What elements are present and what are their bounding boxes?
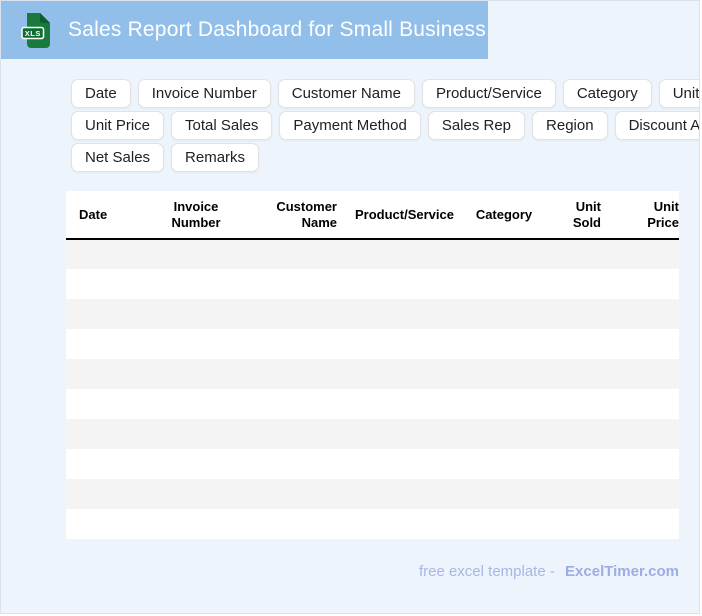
sales-table: Date Invoice Number Customer Name Product/S… (66, 191, 679, 539)
table-row (66, 479, 679, 509)
table-row (66, 269, 679, 299)
xls-icon-label: XLS (25, 29, 41, 38)
table-row (66, 299, 679, 329)
chip-row: Net Sales Remarks (71, 143, 699, 172)
chip-invoice-number[interactable]: Invoice Number (137, 79, 271, 108)
field-chips: Date Invoice Number Customer Name Product/S… (71, 79, 699, 172)
chip-date[interactable]: Date (71, 79, 131, 108)
page-title: Sales Report Dashboard for Small Busines… (68, 18, 486, 41)
column-header-unit-sold: Unit Sold (572, 198, 601, 230)
table-row (66, 449, 679, 479)
table-row (66, 389, 679, 419)
table-row (66, 239, 679, 269)
chip-discount-applied[interactable]: Discount Applied (614, 111, 699, 140)
chip-row: Unit Price Total Sales Payment Method Sales… (71, 111, 699, 140)
page: XLS Sales Report Dashboard for Small Bus… (0, 0, 700, 614)
chip-sales-rep[interactable]: Sales Rep (427, 111, 526, 140)
footer-brand-link[interactable]: ExcelTimer.com (565, 563, 679, 580)
chip-row: Date Invoice Number Customer Name Product/S… (71, 79, 699, 108)
column-header-date: Date (79, 206, 108, 222)
chip-unit-price[interactable]: Unit Price (71, 111, 165, 140)
table-row (66, 509, 679, 539)
column-header-customer-name: Customer Name (276, 198, 337, 230)
table-body (66, 239, 679, 539)
column-header-category: Category (475, 206, 533, 222)
chip-payment-method[interactable]: Payment Method (279, 111, 421, 140)
app-header: XLS Sales Report Dashboard for Small Bus… (1, 1, 488, 59)
chip-unit-sold[interactable]: Unit Sold (658, 79, 699, 108)
table-row (66, 329, 679, 359)
xls-file-icon: XLS (21, 12, 51, 49)
table-row (66, 359, 679, 389)
chip-net-sales[interactable]: Net Sales (71, 143, 165, 172)
sales-table-container: Date Invoice Number Customer Name Product/S… (66, 191, 679, 539)
chip-category[interactable]: Category (562, 79, 652, 108)
chip-remarks[interactable]: Remarks (171, 143, 260, 172)
column-header-product-service: Product/Service (355, 206, 454, 222)
column-header-invoice-number: Invoice Number (171, 198, 221, 230)
footer: free excel template - ExcelTimer.com (1, 563, 699, 580)
chip-product-service[interactable]: Product/Service (421, 79, 556, 108)
column-header-unit-price: Unit Price (647, 198, 679, 230)
chip-region[interactable]: Region (532, 111, 608, 140)
table-header-row: Date Invoice Number Customer Name Product/S… (66, 191, 679, 239)
table-row (66, 419, 679, 449)
chip-total-sales[interactable]: Total Sales (171, 111, 273, 140)
footer-text: free excel template - (418, 563, 555, 580)
chip-customer-name[interactable]: Customer Name (277, 79, 415, 108)
